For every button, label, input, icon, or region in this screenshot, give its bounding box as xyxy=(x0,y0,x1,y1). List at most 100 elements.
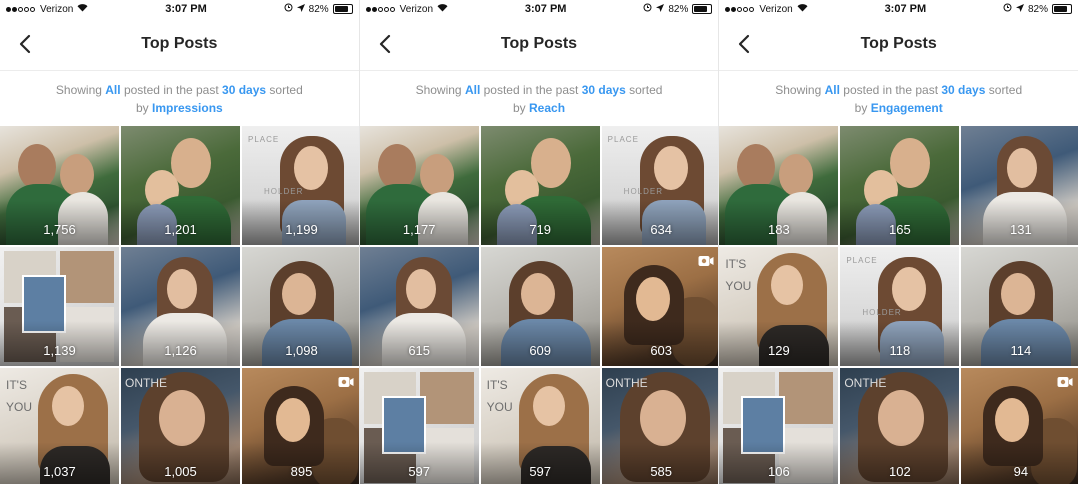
status-time: 3:07 PM xyxy=(884,3,927,15)
sort-metric-link[interactable]: Reach xyxy=(529,101,565,115)
battery-percent: 82% xyxy=(1028,3,1049,15)
post-tile[interactable]: ONTHE 585 xyxy=(601,368,719,484)
filter-link-all[interactable]: All xyxy=(825,83,840,97)
wifi-icon xyxy=(77,3,88,15)
photo-shape xyxy=(159,390,205,446)
photo-shape xyxy=(60,251,114,303)
status-bar: Verizon 3:07 PM 82% xyxy=(0,0,359,18)
post-metric-count: 1,098 xyxy=(285,343,318,358)
post-tile[interactable]: 615 xyxy=(359,247,479,366)
signal-dots-icon xyxy=(725,4,755,15)
carrier-label: Verizon xyxy=(759,3,793,15)
battery-icon xyxy=(1052,4,1073,14)
status-right: 82% xyxy=(284,3,353,15)
status-left: Verizon xyxy=(365,3,448,15)
photo-shape xyxy=(52,386,84,426)
post-tile[interactable]: PLACE HOLDER 634 xyxy=(601,126,719,245)
post-tile[interactable]: 1,756 xyxy=(0,126,119,245)
post-tile[interactable]: 94 xyxy=(961,368,1078,484)
post-tile[interactable]: PLACE HOLDER 118 xyxy=(840,247,960,366)
post-tile[interactable]: 183 xyxy=(719,126,839,245)
back-button[interactable] xyxy=(733,32,755,56)
post-tile[interactable]: 1,139 xyxy=(0,247,119,366)
post-metric-count: 895 xyxy=(290,464,313,479)
page-title: Top Posts xyxy=(500,35,578,52)
post-tile[interactable]: 1,126 xyxy=(121,247,240,366)
battery-icon xyxy=(332,4,353,14)
post-tile[interactable]: IT'S YOU 597 xyxy=(480,368,600,484)
caption-by: by xyxy=(512,100,526,115)
overlay-text: IT'S YOU xyxy=(725,257,752,293)
back-button[interactable] xyxy=(14,32,36,56)
post-tile[interactable]: 114 xyxy=(961,247,1078,366)
photo-shape xyxy=(779,154,814,196)
status-left: Verizon xyxy=(725,3,808,15)
post-tile[interactable]: 719 xyxy=(480,126,600,245)
page-title: Top Posts xyxy=(141,35,218,52)
period-link[interactable]: 30 days xyxy=(582,83,626,97)
photo-shape xyxy=(282,273,316,315)
post-tile[interactable]: ONTHE 102 xyxy=(840,368,960,484)
post-metric-count: 597 xyxy=(408,464,431,479)
wifi-icon xyxy=(437,3,448,15)
post-metric-count: 102 xyxy=(888,464,911,479)
caption-prefix: Showing xyxy=(775,82,822,97)
post-metric-count: 634 xyxy=(650,222,673,237)
post-metric-count: 129 xyxy=(767,343,790,358)
post-tile[interactable]: 603 xyxy=(601,247,719,366)
signal-dots-icon xyxy=(365,4,396,15)
post-tile[interactable]: 1,201 xyxy=(121,126,240,245)
caption-sorted: sorted xyxy=(988,82,1023,97)
sort-metric-link[interactable]: Impressions xyxy=(152,101,223,115)
post-tile[interactable]: 895 xyxy=(242,368,359,484)
period-link[interactable]: 30 days xyxy=(222,83,266,97)
caption-prefix: Showing xyxy=(415,82,462,97)
post-tile[interactable]: 1,098 xyxy=(242,247,359,366)
post-metric-count: 609 xyxy=(529,343,552,358)
caption-middle: posted in the past xyxy=(123,82,219,97)
post-tile[interactable]: 597 xyxy=(359,368,479,484)
filter-link-all[interactable]: All xyxy=(105,83,120,97)
caption-prefix: Showing xyxy=(55,82,102,97)
post-tile[interactable]: ONTHE 1,005 xyxy=(121,368,240,484)
post-tile[interactable]: PLACE HOLDER 1,199 xyxy=(242,126,359,245)
back-button[interactable] xyxy=(374,32,396,56)
post-tile[interactable]: 106 xyxy=(719,368,839,484)
photo-shape xyxy=(639,390,686,446)
post-metric-count: 118 xyxy=(889,343,911,358)
overlay-text: ONTHE xyxy=(844,376,887,390)
placeholder-text: PLACE xyxy=(846,256,878,265)
video-camera-icon xyxy=(1057,375,1073,393)
battery-percent: 82% xyxy=(308,3,329,15)
caption-by: by xyxy=(135,100,149,115)
chevron-left-icon xyxy=(379,34,390,54)
post-tile[interactable]: 131 xyxy=(961,126,1078,245)
post-tile[interactable]: 1,177 xyxy=(359,126,479,245)
photo-shape xyxy=(405,269,436,309)
caption-text: Showing All posted in the past 30 days s… xyxy=(30,81,329,117)
post-tile[interactable]: 165 xyxy=(840,126,960,245)
post-tile[interactable]: IT'S YOU 129 xyxy=(719,247,839,366)
post-tile[interactable]: IT'S YOU 1,037 xyxy=(0,368,119,484)
placeholder-text: PLACE xyxy=(607,135,639,144)
photo-shape xyxy=(276,398,310,442)
alarm-icon xyxy=(1003,3,1012,15)
alarm-icon xyxy=(643,3,652,15)
status-right: 82% xyxy=(643,3,713,15)
status-time: 3:07 PM xyxy=(524,3,567,15)
sort-metric-link[interactable]: Engagement xyxy=(871,101,943,115)
photo-shape xyxy=(635,277,670,321)
post-metric-count: 603 xyxy=(650,343,673,358)
post-metric-count: 94 xyxy=(1013,464,1029,479)
battery-icon xyxy=(692,4,713,14)
photo-shape xyxy=(167,269,197,309)
post-metric-count: 1,139 xyxy=(43,343,76,358)
post-tile[interactable]: 609 xyxy=(480,247,600,366)
post-metric-count: 1,201 xyxy=(164,222,197,237)
overlay-text: ONTHE xyxy=(125,376,167,390)
filter-link-all[interactable]: All xyxy=(465,83,480,97)
status-bar: Verizon 3:07 PM 82% xyxy=(719,0,1078,18)
overlay-text: IT'S YOU xyxy=(6,378,33,414)
photo-shape xyxy=(419,372,474,424)
period-link[interactable]: 30 days xyxy=(941,83,985,97)
